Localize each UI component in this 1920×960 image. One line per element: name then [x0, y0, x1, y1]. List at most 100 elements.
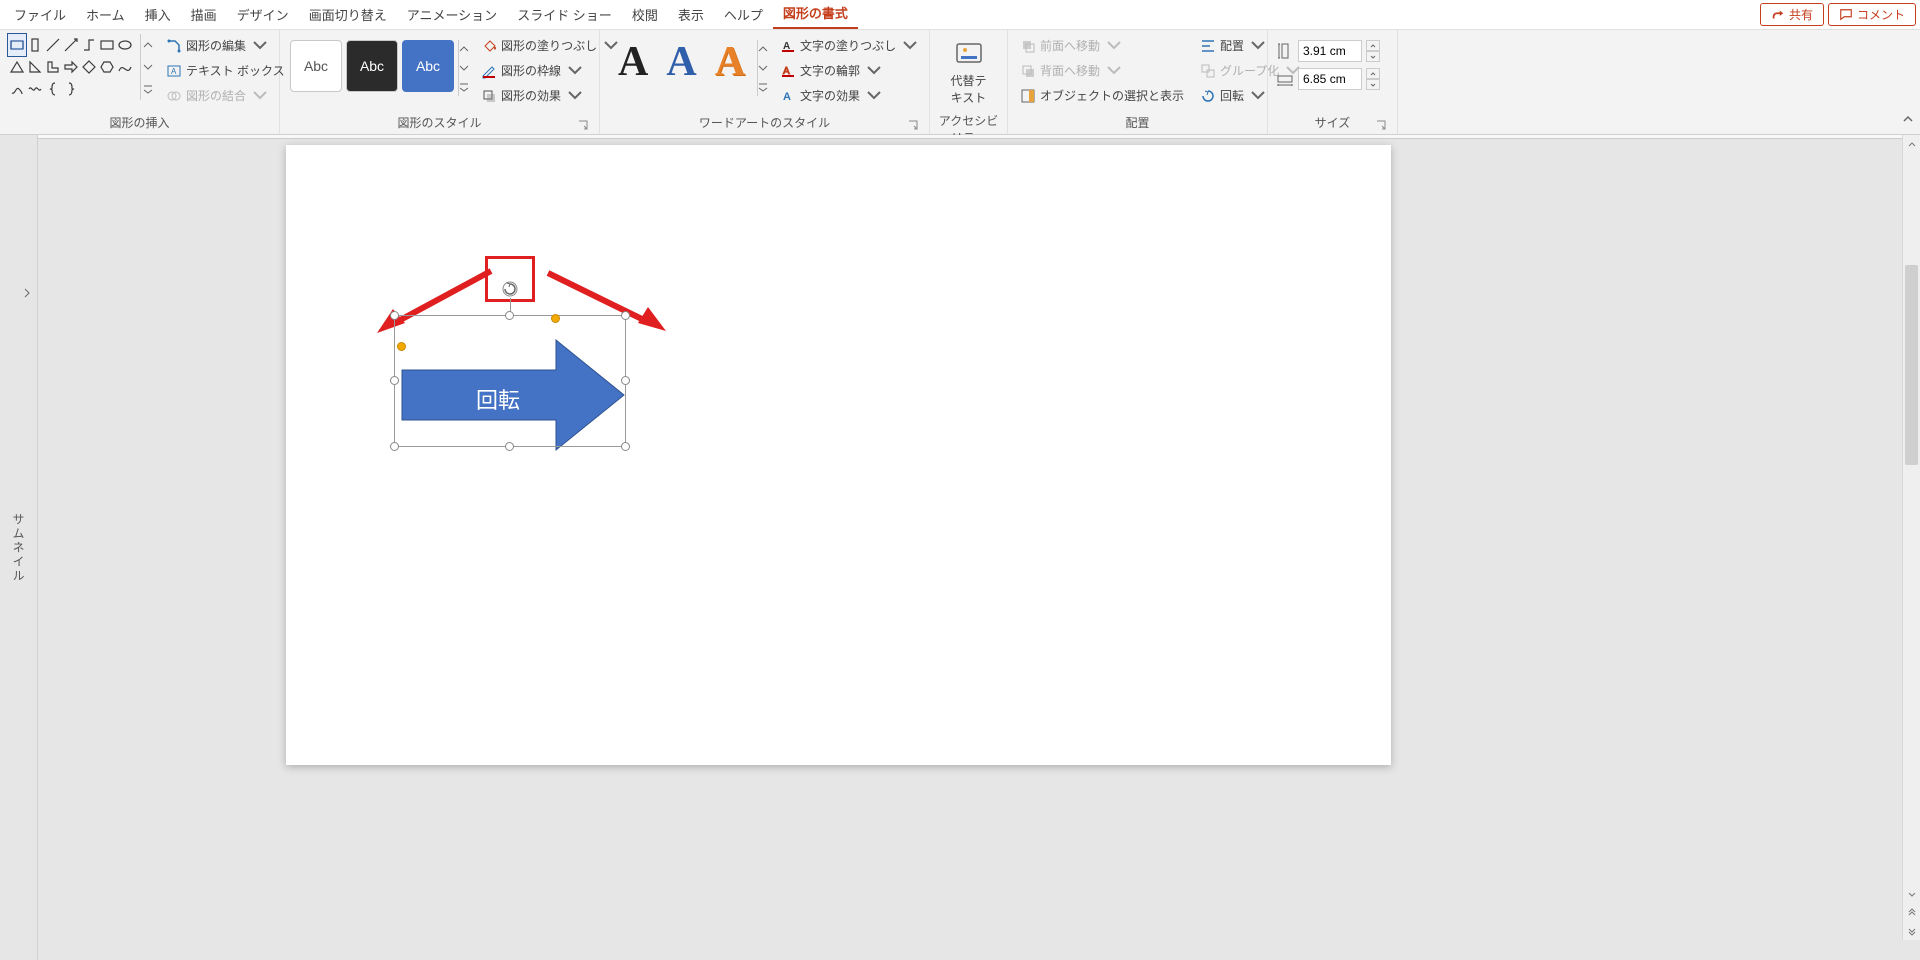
- slide-canvas-area[interactable]: 回転: [38, 135, 1920, 960]
- shape-arrow-line-icon[interactable]: [62, 34, 80, 56]
- edit-shape-icon: [166, 38, 182, 54]
- thumbnail-pane-collapsed[interactable]: サムネイル: [0, 135, 38, 960]
- shape-oval-icon[interactable]: [116, 34, 134, 56]
- tab-file[interactable]: ファイル: [4, 0, 76, 29]
- shape-hexagon-icon[interactable]: [98, 56, 116, 78]
- wordart-gallery-scroll[interactable]: [757, 40, 768, 96]
- gallery-more-icon[interactable]: [758, 77, 768, 96]
- shape-textbox-h-icon[interactable]: [8, 34, 26, 56]
- gallery-down-icon[interactable]: [141, 57, 154, 77]
- prev-slide-button[interactable]: [1903, 904, 1920, 922]
- text-fill-button[interactable]: A 文字の塗りつぶし: [776, 34, 922, 57]
- collapse-ribbon-button[interactable]: [1902, 112, 1914, 130]
- align-label: 配置: [1220, 37, 1244, 54]
- shapes-gallery[interactable]: [8, 34, 138, 110]
- resize-handle-s[interactable]: [505, 442, 514, 451]
- shape-brace-r-icon[interactable]: [62, 78, 80, 100]
- spin-up-icon[interactable]: [1366, 68, 1380, 79]
- tab-transition[interactable]: 画面切り替え: [299, 0, 397, 29]
- selection-pane-button[interactable]: オブジェクトの選択と表示: [1016, 84, 1188, 107]
- gallery-up-icon[interactable]: [141, 35, 154, 55]
- bring-forward-button[interactable]: 前面へ移動: [1016, 34, 1188, 57]
- share-button[interactable]: 共有: [1760, 3, 1824, 26]
- wordart-gallery[interactable]: A A A: [608, 34, 755, 90]
- wordart-preset-2[interactable]: A: [662, 38, 700, 86]
- width-input[interactable]: [1298, 68, 1362, 90]
- ruler: [38, 135, 1902, 139]
- style-swatch-1[interactable]: Abc: [290, 40, 342, 92]
- style-swatch-3[interactable]: Abc: [402, 40, 454, 92]
- tab-slideshow[interactable]: スライド ショー: [507, 0, 622, 29]
- adjust-handle-2[interactable]: [551, 314, 560, 323]
- shape-right-triangle-icon[interactable]: [26, 56, 44, 78]
- adjust-handle-1[interactable]: [397, 342, 406, 351]
- scrollbar-thumb[interactable]: [1905, 265, 1918, 465]
- shape-style-gallery[interactable]: Abc Abc Abc: [288, 34, 456, 98]
- dialog-launcher-shape-styles[interactable]: [577, 119, 589, 131]
- shape-freeform-icon[interactable]: [8, 78, 26, 100]
- width-spinner[interactable]: [1366, 68, 1380, 90]
- selection-bounding-box[interactable]: [394, 315, 626, 447]
- rotation-handle[interactable]: [501, 280, 519, 303]
- shape-arrow-block-icon[interactable]: [62, 56, 80, 78]
- alt-text-button[interactable]: 代替テキスト: [938, 34, 999, 110]
- dialog-launcher-size[interactable]: [1375, 119, 1387, 131]
- text-outline-button[interactable]: A 文字の輪郭: [776, 59, 922, 82]
- shape-brace-l-icon[interactable]: [44, 78, 62, 100]
- shape-triangle-icon[interactable]: [8, 56, 26, 78]
- tab-design[interactable]: デザイン: [227, 0, 299, 29]
- resize-handle-se[interactable]: [621, 442, 630, 451]
- spin-up-icon[interactable]: [1366, 40, 1380, 51]
- resize-handle-w[interactable]: [390, 376, 399, 385]
- tab-home[interactable]: ホーム: [76, 0, 135, 29]
- tab-insert[interactable]: 挿入: [135, 0, 181, 29]
- shape-diamond-icon[interactable]: [80, 56, 98, 78]
- resize-handle-n[interactable]: [505, 311, 514, 320]
- thumbnail-expand-button[interactable]: [22, 285, 32, 303]
- dialog-launcher-wordart[interactable]: [907, 119, 919, 131]
- vertical-scrollbar[interactable]: [1902, 135, 1920, 940]
- send-backward-button[interactable]: 背面へ移動: [1016, 59, 1188, 82]
- height-spinner[interactable]: [1366, 40, 1380, 62]
- tab-review[interactable]: 校閲: [622, 0, 668, 29]
- shape-wave-icon[interactable]: [26, 78, 44, 100]
- comment-button[interactable]: コメント: [1828, 3, 1916, 26]
- tab-animation[interactable]: アニメーション: [397, 0, 507, 29]
- tab-shape-format[interactable]: 図形の書式: [773, 0, 858, 29]
- shapes-gallery-scroll[interactable]: [140, 34, 154, 100]
- tab-help[interactable]: ヘルプ: [714, 0, 773, 29]
- resize-handle-e[interactable]: [621, 376, 630, 385]
- gallery-down-icon[interactable]: [459, 59, 469, 78]
- wordart-preset-1[interactable]: A: [614, 38, 652, 86]
- spin-down-icon[interactable]: [1366, 79, 1380, 90]
- shape-rect-icon[interactable]: [98, 34, 116, 56]
- style-gallery-scroll[interactable]: [458, 40, 469, 96]
- gallery-down-icon[interactable]: [758, 59, 768, 78]
- scroll-down-button[interactable]: [1903, 886, 1920, 904]
- next-slide-button[interactable]: [1903, 922, 1920, 940]
- text-effects-button[interactable]: A 文字の効果: [776, 84, 922, 107]
- gallery-more-icon[interactable]: [459, 77, 469, 96]
- shape-connector-icon[interactable]: [80, 34, 98, 56]
- slide[interactable]: 回転: [286, 145, 1391, 765]
- tab-view[interactable]: 表示: [668, 0, 714, 29]
- resize-handle-sw[interactable]: [390, 442, 399, 451]
- scroll-up-button[interactable]: [1903, 135, 1920, 153]
- gallery-up-icon[interactable]: [758, 40, 768, 59]
- chevron-down-icon: [1106, 63, 1122, 79]
- style-swatch-2[interactable]: Abc: [346, 40, 398, 92]
- height-input[interactable]: [1298, 40, 1362, 62]
- spin-down-icon[interactable]: [1366, 51, 1380, 62]
- wordart-preset-3[interactable]: A: [711, 38, 749, 86]
- resize-handle-ne[interactable]: [621, 311, 630, 320]
- gallery-more-icon[interactable]: [141, 79, 154, 99]
- comment-icon: [1839, 8, 1853, 22]
- resize-handle-nw[interactable]: [390, 311, 399, 320]
- shape-curve-icon[interactable]: [116, 56, 134, 78]
- tab-draw[interactable]: 描画: [181, 0, 227, 29]
- shape-textbox-v-icon[interactable]: [26, 34, 44, 56]
- shape-l-icon[interactable]: [44, 56, 62, 78]
- gallery-up-icon[interactable]: [459, 40, 469, 59]
- rotate-icon: [1200, 88, 1216, 104]
- shape-line-icon[interactable]: [44, 34, 62, 56]
